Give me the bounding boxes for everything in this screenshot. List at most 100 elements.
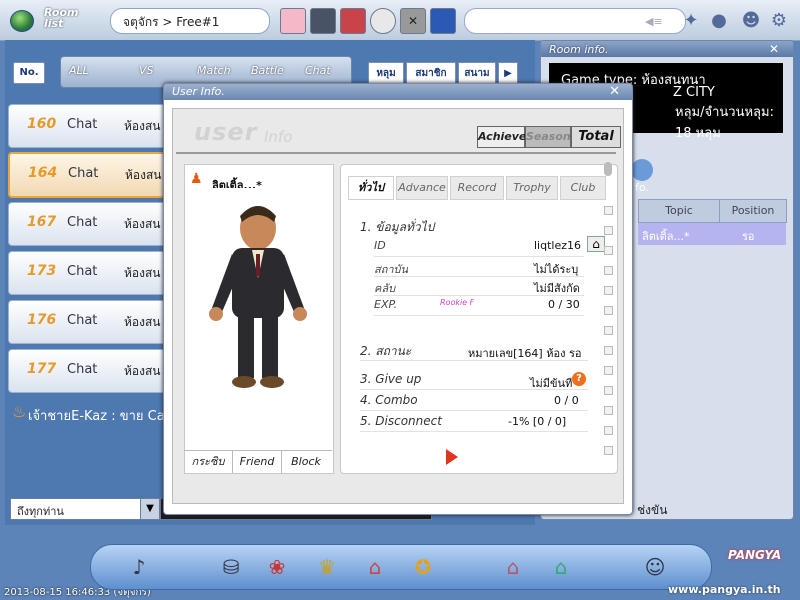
- position-column-header[interactable]: Position: [719, 199, 787, 223]
- room-row[interactable]: 176 Chat ห้องสน: [8, 300, 170, 344]
- tab-vs[interactable]: VS: [139, 64, 154, 77]
- close-icon[interactable]: ✕: [609, 84, 620, 99]
- divider: [374, 276, 584, 277]
- mascot-icon[interactable]: ☻: [740, 10, 762, 32]
- player-row[interactable]: ลิตเติ้ล...* รอ: [638, 223, 786, 245]
- exit-icon[interactable]: ☺: [641, 553, 669, 581]
- room-number: 173: [27, 263, 57, 279]
- help-icon[interactable]: ?: [572, 372, 586, 386]
- room-name: ห้องสน: [124, 364, 161, 378]
- tab-chat[interactable]: Chat: [305, 64, 331, 77]
- close-x-icon[interactable]: ✕: [400, 8, 426, 34]
- trophy-icon[interactable]: ♛: [313, 553, 341, 581]
- checkbox[interactable]: [604, 246, 613, 255]
- room-row[interactable]: 173 Chat ห้องสน: [8, 251, 170, 295]
- checkbox[interactable]: [604, 206, 613, 215]
- flag-icon[interactable]: [430, 8, 456, 34]
- close-icon[interactable]: ✕: [769, 42, 779, 56]
- room-list-logo[interactable]: Room list: [6, 4, 88, 36]
- gift-icon[interactable]: ❀: [263, 553, 291, 581]
- gear-icon[interactable]: ⚙: [768, 10, 790, 32]
- breadcrumb-text: จตุจักร > Free#1: [123, 15, 220, 29]
- tab-club[interactable]: Club: [560, 176, 606, 200]
- chat-bubble-icon[interactable]: ●: [708, 10, 730, 32]
- whisper-button[interactable]: กระซิบ: [184, 451, 233, 473]
- room-icon[interactable]: ⌂: [547, 553, 575, 581]
- club-icon[interactable]: ✪: [409, 553, 437, 581]
- room-type: Chat: [67, 313, 98, 328]
- channel-select[interactable]: ถึงทุกท่าน ▼: [10, 498, 160, 520]
- divider: [374, 295, 584, 296]
- chevron-down-icon[interactable]: ▼: [140, 499, 159, 519]
- room-row[interactable]: 177 Chat ห้องสน: [8, 349, 170, 393]
- checkbox[interactable]: [604, 306, 613, 315]
- channel-select-value: ถึงทุกท่าน: [17, 505, 64, 518]
- checkbox[interactable]: [604, 406, 613, 415]
- room-type: Chat: [67, 117, 98, 132]
- room-name: ห้องสน: [125, 168, 162, 182]
- checkbox[interactable]: [604, 426, 613, 435]
- section-general-title: 1. ข้อมูลทั่วไป: [360, 220, 435, 234]
- stat-disconnect-label: 5. Disconnect: [360, 414, 442, 428]
- tab-season[interactable]: Season: [525, 126, 571, 148]
- checkbox[interactable]: [604, 286, 613, 295]
- scrollbar-thumb[interactable]: [604, 162, 612, 176]
- avatar-1[interactable]: [280, 8, 306, 34]
- tab-battle[interactable]: Battle: [251, 64, 284, 77]
- field-id-value: liqtlez16: [534, 239, 582, 252]
- user-info-title: User Info.: [172, 85, 225, 98]
- sparkle-icon[interactable]: ✦: [680, 10, 702, 32]
- checkbox[interactable]: [604, 346, 613, 355]
- chat-message: เจ้าชายE-Kaz : ขาย Ca: [28, 409, 165, 424]
- globe-icon: [10, 10, 34, 32]
- tab-general[interactable]: ทั่วไป: [348, 176, 394, 200]
- room-info-title: Room info.: [549, 43, 609, 56]
- checkbox[interactable]: [604, 366, 613, 375]
- checkbox[interactable]: [604, 386, 613, 395]
- topic-column-header[interactable]: Topic: [638, 199, 720, 223]
- room-name: ห้องสน: [124, 266, 161, 280]
- tab-trophy[interactable]: Trophy: [506, 176, 558, 200]
- divider: [360, 360, 588, 361]
- room-number: 167: [27, 214, 57, 230]
- room-row-selected[interactable]: 164 Chat ห้องสน: [8, 152, 172, 198]
- tab-all[interactable]: ALL: [69, 64, 89, 77]
- checkbox[interactable]: [604, 446, 613, 455]
- room-number: 176: [27, 312, 57, 328]
- friend-button[interactable]: Friend: [233, 451, 282, 473]
- divider: [374, 256, 584, 257]
- exp-rank: Rookie F: [440, 298, 475, 307]
- avatar-3[interactable]: [340, 8, 366, 34]
- house-icon[interactable]: ⌂: [587, 236, 605, 252]
- character-actions: กระซิบ Friend Block: [184, 450, 332, 473]
- room-row[interactable]: 160 Chat ห้องสน: [8, 104, 170, 148]
- music-icon[interactable]: ♪: [125, 553, 153, 581]
- tab-achieve[interactable]: Achieve.: [477, 126, 531, 148]
- checkbox[interactable]: [604, 226, 613, 235]
- tab-match[interactable]: Match: [197, 64, 231, 77]
- room-type: Chat: [68, 166, 99, 181]
- room-row[interactable]: 167 Chat ห้องสน: [8, 202, 170, 246]
- tab-total[interactable]: Total: [571, 126, 621, 148]
- ball-icon[interactable]: [370, 8, 396, 34]
- user-info-window: User Info. ✕ user Info Achieve. Season T…: [163, 83, 633, 515]
- lobby-icon[interactable]: ⌂: [499, 553, 527, 581]
- divider: [360, 410, 588, 411]
- site-url: www.pangya.in.th: [668, 583, 781, 596]
- speaker-icon: ◀≡: [645, 15, 663, 28]
- search-box[interactable]: ◀≡: [464, 8, 686, 34]
- room-type: Chat: [67, 362, 98, 377]
- player-position: รอ: [742, 230, 755, 243]
- user-info-subheading: Info: [264, 128, 293, 146]
- avatar-2[interactable]: [310, 8, 336, 34]
- tab-advance[interactable]: Advance: [396, 176, 448, 200]
- shop-icon[interactable]: ⛁: [217, 553, 245, 581]
- block-button[interactable]: Block: [282, 451, 330, 473]
- checkbox[interactable]: [604, 266, 613, 275]
- tab-record[interactable]: Record: [450, 176, 504, 200]
- home-icon[interactable]: ⌂: [361, 553, 389, 581]
- checkbox[interactable]: [604, 326, 613, 335]
- sort-number-button[interactable]: No.: [13, 62, 45, 84]
- pangya-logo: PANGYA: [728, 548, 782, 562]
- user-info-titlebar: [164, 84, 632, 100]
